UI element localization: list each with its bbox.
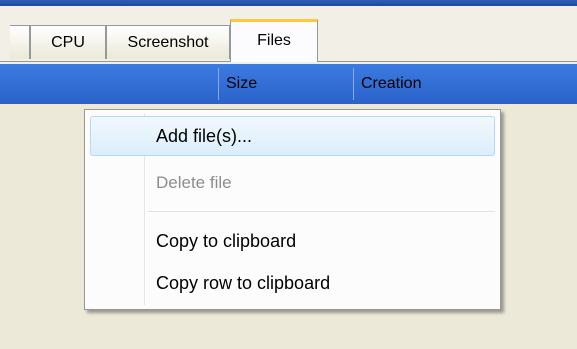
column-divider[interactable]	[353, 68, 354, 100]
tab-screenshot-label: Screenshot	[127, 34, 209, 51]
tab-files-label: Files	[257, 32, 291, 49]
tab-cpu-label: CPU	[51, 34, 85, 51]
menu-separator	[148, 211, 495, 213]
column-header-creation[interactable]: Creation	[361, 64, 421, 104]
menu-item-delete-file: Delete file	[156, 173, 232, 192]
tab-files[interactable]: Files	[230, 19, 318, 62]
app-window: CPU Screenshot Files Size Creation Add f…	[0, 0, 577, 349]
context-menu: Add file(s)... Delete file Copy to clipb…	[84, 109, 501, 310]
tab-previous[interactable]	[10, 25, 30, 59]
column-divider[interactable]	[218, 68, 219, 100]
tab-screenshot[interactable]: Screenshot	[106, 25, 230, 59]
column-header-size[interactable]: Size	[226, 64, 257, 104]
tab-cpu[interactable]: CPU	[30, 25, 106, 59]
menu-item-add-files[interactable]: Add file(s)...	[90, 116, 495, 156]
file-list-header: Size Creation	[0, 64, 577, 104]
menu-item-copy-to-clipboard[interactable]: Copy to clipboard	[90, 221, 495, 261]
tab-strip: CPU Screenshot Files	[0, 6, 577, 64]
menu-item-copy-row-to-clipboard[interactable]: Copy row to clipboard	[90, 263, 495, 303]
